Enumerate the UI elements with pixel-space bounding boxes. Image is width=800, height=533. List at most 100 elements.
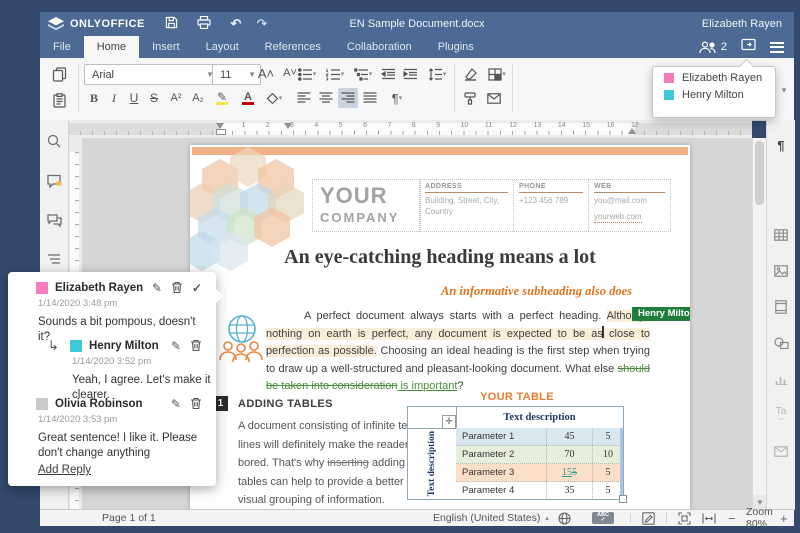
numbered-list-button[interactable]: ▾ [322, 64, 348, 84]
delete-comment-icon[interactable] [190, 397, 202, 413]
delete-comment-icon[interactable] [190, 339, 202, 355]
textart-settings-button[interactable]: Ta⌣ [772, 406, 790, 424]
delete-comment-icon[interactable] [171, 281, 183, 297]
mailmerge-settings-button[interactable] [772, 442, 790, 460]
para-text[interactable]: A perfect document always starts with a … [304, 310, 607, 322]
set-language-button[interactable] [558, 510, 571, 526]
track-changes-button[interactable] [642, 510, 655, 526]
table-cell-label[interactable]: Parameter 4 [456, 482, 547, 499]
table-cell-value[interactable]: 35 [547, 482, 593, 499]
fit-page-button[interactable] [678, 510, 691, 526]
paste-button[interactable] [49, 90, 69, 110]
tab-references[interactable]: References [252, 36, 334, 58]
scrollbar-thumb[interactable] [755, 141, 764, 205]
search-button[interactable] [45, 132, 63, 150]
print-button[interactable] [191, 16, 217, 32]
paragraph-settings-button[interactable]: ¶ [772, 136, 790, 154]
zoom-in-button[interactable]: + [780, 510, 788, 526]
clear-style-button[interactable]: ▾ [264, 88, 284, 108]
styles-gallery-expand-button[interactable]: ▾ [774, 80, 794, 100]
table-settings-button[interactable] [772, 226, 790, 244]
nonprinting-chars-button[interactable]: ¶▾ [384, 88, 410, 108]
highlight-color-button[interactable]: ✎ [212, 88, 232, 108]
table-cell-label[interactable]: Parameter 3 [456, 464, 547, 481]
table-cell-value[interactable]: 10 [593, 446, 623, 463]
bold-button[interactable]: B [84, 88, 104, 108]
table-resize-handle[interactable] [619, 495, 627, 503]
chat-button[interactable] [45, 212, 63, 230]
table-borders-button[interactable]: ▾ [484, 64, 510, 84]
headerfooter-settings-button[interactable] [772, 298, 790, 316]
tab-insert[interactable]: Insert [139, 36, 193, 58]
section-body[interactable]: A document consisting of infinite text l… [238, 417, 416, 510]
first-line-indent-marker[interactable] [284, 123, 292, 129]
add-reply-link[interactable]: Add Reply [38, 464, 91, 476]
hamburger-menu-button[interactable] [770, 39, 784, 55]
save-button[interactable] [159, 16, 185, 32]
intro-paragraph[interactable]: A perfect document always starts with a … [266, 308, 650, 396]
table-row[interactable]: Parameter 2 70 10 [456, 446, 623, 464]
table-row-header[interactable]: Text description [408, 428, 457, 499]
table-row[interactable]: Parameter 4 35 5 [456, 482, 623, 499]
contact-email[interactable]: you@mail.com [594, 195, 665, 206]
company-line2[interactable]: COMPANY [320, 210, 399, 225]
chart-settings-button[interactable] [772, 370, 790, 388]
spellcheck-button[interactable]: ABC✓ [592, 510, 614, 526]
table-row[interactable]: Parameter 3 155 5 [456, 464, 623, 482]
tab-layout[interactable]: Layout [193, 36, 252, 58]
justify-button[interactable] [360, 88, 380, 108]
resolve-comment-icon[interactable]: ✓ [192, 281, 202, 297]
edit-comment-icon[interactable]: ✎ [171, 397, 181, 413]
open-location-button[interactable] [741, 38, 756, 56]
align-center-button[interactable] [316, 88, 336, 108]
contact-header-phone[interactable]: PHONE [519, 183, 583, 193]
redo-button[interactable]: ↷ [249, 16, 275, 32]
italic-button[interactable]: I [104, 88, 124, 108]
data-table[interactable]: ✛ Text description Text description Para… [407, 406, 624, 500]
fit-width-button[interactable] [702, 510, 716, 526]
vertical-scrollbar[interactable]: ▼ [752, 138, 767, 510]
image-settings-button[interactable] [772, 262, 790, 280]
left-indent-marker[interactable] [216, 123, 226, 135]
tab-collaboration[interactable]: Collaboration [334, 36, 425, 58]
right-indent-marker[interactable] [628, 128, 636, 134]
superscript-button[interactable]: A² [166, 88, 186, 108]
navigation-button[interactable] [45, 250, 63, 268]
underline-button[interactable]: U [124, 88, 144, 108]
table-column-header[interactable]: Text description [456, 407, 623, 429]
table-cell-value[interactable]: 5 [593, 428, 623, 445]
decrease-indent-button[interactable] [378, 64, 398, 84]
table-cell-value-tracked[interactable]: 155 [547, 464, 593, 481]
align-left-button[interactable] [294, 88, 314, 108]
tab-file[interactable]: File [40, 36, 84, 58]
contact-website[interactable]: yourweb.com [594, 211, 642, 223]
contact-address[interactable]: Building, Street, City, Country [425, 195, 508, 217]
undo-button[interactable]: ↶ [223, 16, 249, 32]
bullet-list-button[interactable]: ▾ [294, 64, 320, 84]
strikethrough-button[interactable]: S [144, 88, 164, 108]
coedit-users-button[interactable]: 2 [699, 41, 727, 54]
edit-comment-icon[interactable]: ✎ [152, 281, 162, 297]
tab-home[interactable]: Home [84, 36, 139, 58]
table-cell-value[interactable]: 70 [547, 446, 593, 463]
table-cell-value[interactable]: 5 [593, 464, 623, 481]
table-cell-label[interactable]: Parameter 1 [456, 428, 547, 445]
table-cell-value[interactable]: 45 [547, 428, 593, 445]
table-cell-label[interactable]: Parameter 2 [456, 446, 547, 463]
mail-merge-button[interactable] [484, 88, 504, 108]
tab-plugins[interactable]: Plugins [425, 36, 487, 58]
contact-table[interactable]: ADDRESS Building, Street, City, Country … [419, 179, 671, 232]
comments-button[interactable] [45, 172, 63, 190]
contact-phone[interactable]: +123 456 789 [519, 195, 583, 206]
horizontal-ruler[interactable]: 1234567891011121314151617 [68, 120, 752, 139]
document-page[interactable]: YOUR COMPANY ADDRESS Building, Street, C… [190, 145, 690, 510]
contact-header-address[interactable]: ADDRESS [425, 183, 508, 193]
section-title[interactable]: ADDING TABLES [238, 398, 333, 410]
contact-header-web[interactable]: WEB [594, 183, 665, 193]
document-heading[interactable]: An eye-catching heading means a lot [230, 246, 650, 269]
account-user-name[interactable]: Elizabeth Rayen [702, 18, 782, 30]
table-row[interactable]: Parameter 1 45 5 [456, 428, 623, 446]
company-name-box[interactable]: YOUR COMPANY [312, 179, 421, 232]
edit-comment-icon[interactable]: ✎ [171, 339, 181, 355]
font-color-button[interactable]: A [238, 88, 258, 108]
